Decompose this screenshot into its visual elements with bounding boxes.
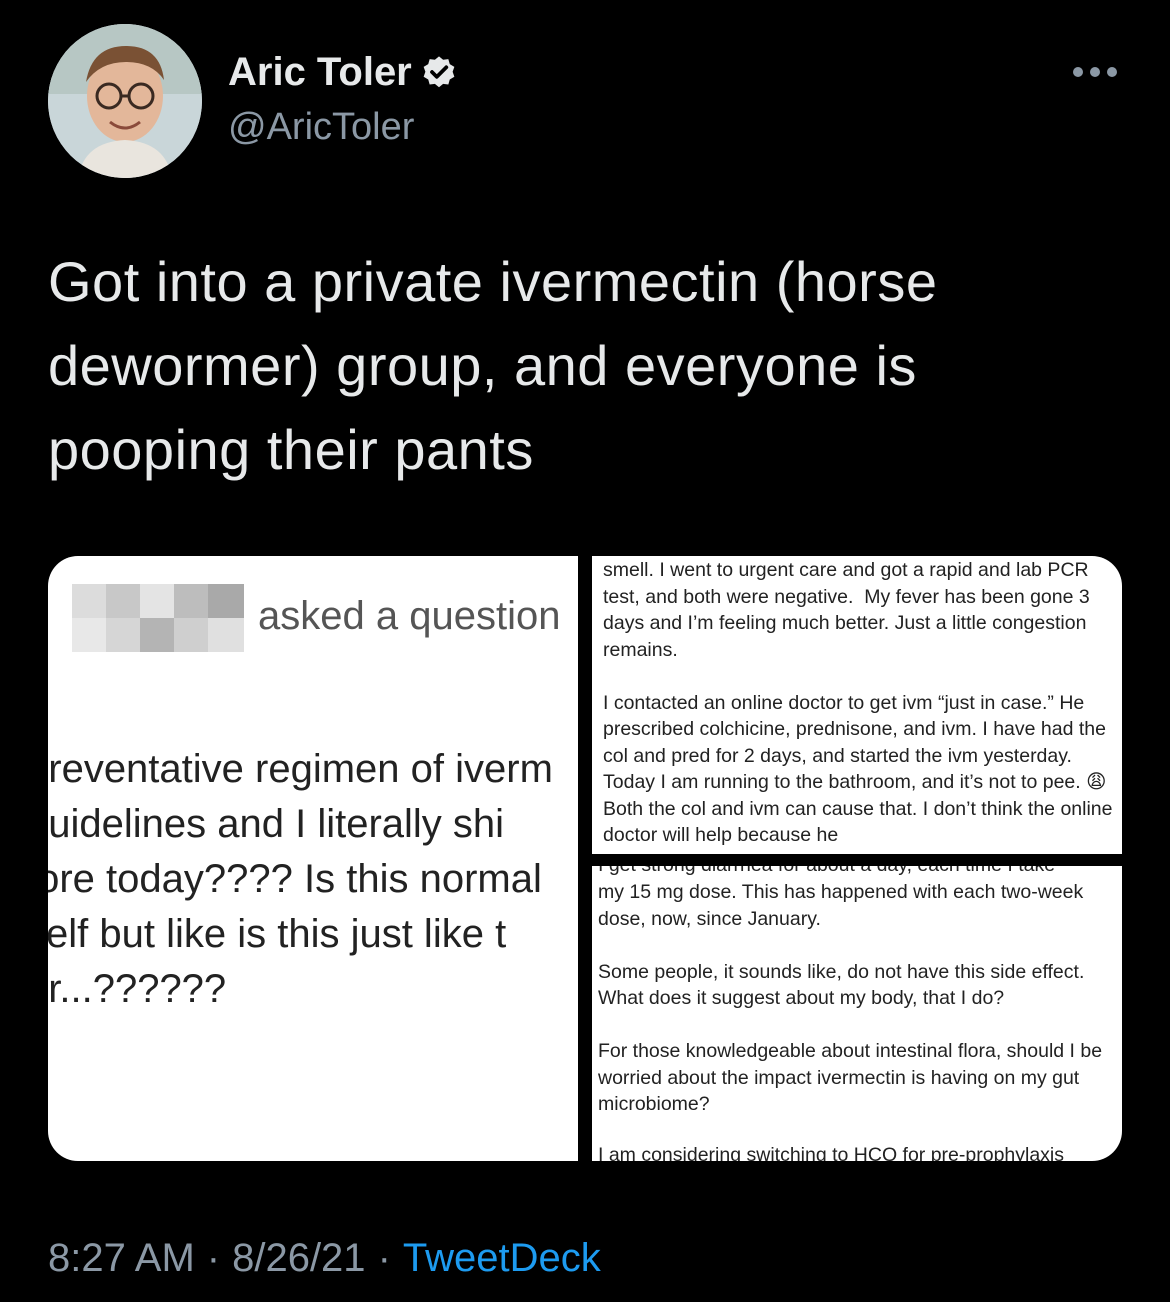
question-line: self but like is this just like t [48,912,507,956]
blurred-name [72,584,244,652]
author-name[interactable]: Aric Toler [228,50,412,95]
weary-face-emoji: 😩 [1086,771,1107,793]
media-image-left[interactable]: asked a question preventative regimen of… [48,556,578,1161]
tweet-text: Got into a private ivermectin (horse dew… [48,250,938,481]
question-line: preventative regimen of iverm [48,747,553,791]
post-paragraph: smell. I went to urgent care and got a r… [603,559,1096,661]
tweet-media[interactable]: asked a question preventative regimen of… [48,556,1122,1161]
post-paragraph: For those knowledgeable about intestinal… [598,1040,1108,1115]
separator: · [377,1236,391,1280]
post-paragraph: I contacted an online doctor to get ivm … [603,691,1112,794]
tweet-source-link[interactable]: TweetDeck [403,1236,601,1281]
asked-question-label: asked a question [258,594,561,638]
separator: · [206,1236,221,1280]
avatar-image [48,24,202,178]
question-line: or...?????? [48,967,227,1011]
question-line: tore today???? Is this normal [48,857,542,901]
tweet-time[interactable]: 8:27 AM [48,1236,195,1281]
post-paragraph: Some people, it sounds like, do not have… [598,960,1090,1010]
media-image-top-right[interactable]: smell. I went to urgent care and got a r… [592,556,1122,854]
post-text: my 15 mg dose. This has happened with ea… [598,879,1118,1118]
avatar[interactable] [48,24,202,178]
more-options-icon[interactable] [1072,52,1118,92]
tweet-date[interactable]: 8/26/21 [232,1236,365,1281]
media-image-bottom-right[interactable]: I get strong diarrhea for about a day, e… [592,866,1122,1161]
post-text: smell. I went to urgent care and got a r… [603,557,1118,849]
cropped-line-top: I get strong diarrhea for about a day, e… [598,866,1055,877]
verified-badge-icon [420,54,458,92]
cropped-line-bottom: I am considering switching to HCQ for pr… [598,1144,1065,1161]
post-paragraph: my 15 mg dose. This has happened with ea… [598,881,1089,930]
author-handle[interactable]: @AricToler [228,106,414,149]
author-name-row[interactable]: Aric Toler [228,50,458,95]
tweet-metadata: 8:27 AM · 8/26/21 · TweetDeck [48,1236,601,1281]
question-text: preventative regimen of iverm guidelines… [48,742,553,1017]
question-line: guidelines and I literally shi [48,802,505,846]
